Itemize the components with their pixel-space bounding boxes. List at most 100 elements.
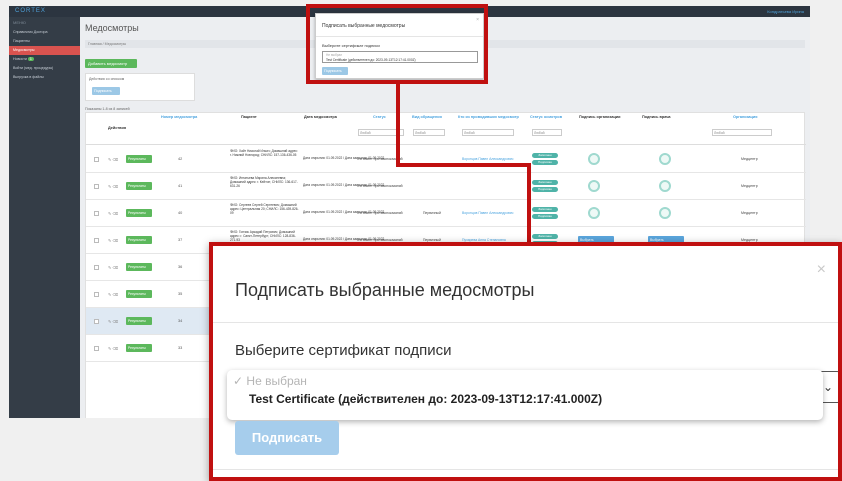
records-count: Показаны 1-8 из 8 записей <box>85 107 130 111</box>
row-checkbox[interactable] <box>94 265 99 270</box>
col-visit-type[interactable]: Вид обращения <box>412 115 442 119</box>
sidebar-item-news[interactable]: Новости 1 <box>9 55 80 64</box>
filter-visit-type[interactable]: Любой <box>413 129 445 136</box>
row-checkbox[interactable] <box>94 184 99 189</box>
row-checkbox[interactable] <box>94 238 99 243</box>
chevron-down-icon[interactable]: ⌄ <box>823 380 833 394</box>
patient-info: ФИО: Игнатьева Марина Алексеевна; Домашн… <box>230 176 298 189</box>
sidebar-item-patients[interactable]: Пациенты <box>9 37 80 46</box>
sign-modal-zoomed: × Подписать выбранные медосмотры Выберит… <box>209 242 842 481</box>
col-status[interactable]: Статус <box>373 115 386 119</box>
col-doctor-signature: Подпись врача <box>642 115 671 119</box>
certificate-dropdown[interactable]: ✓ Не выбран Test Certificate (действител… <box>227 370 823 420</box>
highlight-frame <box>306 4 488 84</box>
results-button[interactable]: Результаты <box>126 290 152 298</box>
results-button[interactable]: Результаты <box>126 317 152 325</box>
org-signature-icon[interactable] <box>588 153 600 165</box>
col-patient: Пациент <box>241 115 257 119</box>
organization: Медцентр <box>741 211 758 215</box>
org-signature-icon[interactable] <box>588 180 600 192</box>
col-number[interactable]: Номер медосмотра <box>161 115 197 119</box>
sidebar: МЕНЮ Справочник Доктора Пациенты Медосмо… <box>9 17 80 418</box>
row-checkbox[interactable] <box>94 319 99 324</box>
list-actions-sign-button[interactable]: Подписать <box>92 87 120 95</box>
add-medexam-button[interactable]: Добавить медосмотр <box>85 59 137 68</box>
table-row[interactable]: ✎ ⌫ Результаты 41 ФИО: Игнатьева Марина … <box>86 173 806 200</box>
doctor-signature-icon[interactable] <box>659 180 671 192</box>
row-checkbox[interactable] <box>94 346 99 351</box>
status-chip: Заполнен <box>532 180 558 185</box>
results-button[interactable]: Результаты <box>126 155 152 163</box>
exam-status: Не имеет противопоказаний <box>358 184 403 188</box>
list-actions-label: Действия со списком <box>89 77 125 81</box>
row-checkbox[interactable] <box>94 157 99 162</box>
filter-exam-status[interactable]: Любой <box>532 129 562 136</box>
connector-line <box>396 84 400 166</box>
filter-organization[interactable]: Любой <box>712 129 772 136</box>
table-row[interactable]: ✎ ⌫ Результаты 40 ФИО: Сергеев Сергей Се… <box>86 200 806 227</box>
edit-icon[interactable]: ✎ ⌫ <box>108 265 118 270</box>
results-button[interactable]: Результаты <box>126 236 152 244</box>
sidebar-item-export[interactable]: Выгрузка в файлы <box>9 73 80 82</box>
status-chip: Подписан <box>532 160 558 165</box>
sidebar-item-medexams[interactable]: Медосмотры <box>9 46 80 55</box>
status-chip: Заполнен <box>532 153 558 158</box>
filter-who[interactable]: Любой <box>462 129 514 136</box>
certificate-option[interactable]: Test Certificate (действителен до: 2023-… <box>249 392 602 406</box>
patient-info: ФИО: Хайт Николай Ильич; Домашний адрес:… <box>230 149 298 158</box>
exam-status: Не имеет противопоказаний <box>358 211 403 215</box>
patient-info: ФИО: Сергеев Сергей Сергеевич; Домашний … <box>230 203 299 216</box>
results-button[interactable]: Результаты <box>126 263 152 271</box>
certificate-option-placeholder[interactable]: ✓ Не выбран <box>233 374 307 388</box>
patient-info: ФИО: Гончик Аркадий Петрович; Домашний а… <box>230 230 296 243</box>
connector-line <box>396 163 531 167</box>
sidebar-item-label: Справочник Доктора <box>13 30 48 34</box>
page-title: Медосмотры <box>85 23 139 33</box>
col-exam-status[interactable]: Статус осмотров <box>530 115 562 119</box>
sidebar-item-login-procedures[interactable]: Войти (мед. процедуры) <box>9 64 80 73</box>
certificate-placeholder: Не выбран <box>246 374 307 388</box>
exam-status-chips: Заполнен Подписан <box>532 207 558 221</box>
table-header: Действия Номер медосмотра Пациент Дата м… <box>86 113 806 145</box>
sidebar-item-label: Войти (мед. процедуры) <box>13 66 54 70</box>
exam-number: 33 <box>178 346 183 350</box>
exam-performer-link[interactable]: Воронцов Павел Александрович <box>462 211 513 215</box>
stage: CORTEX Кондратьева Ирина МЕНЮ Справочник… <box>0 0 842 481</box>
user-name[interactable]: Кондратьева Ирина <box>767 9 804 14</box>
edit-icon[interactable]: ✎ ⌫ <box>108 157 118 162</box>
checkmark-icon: ✓ <box>233 374 244 388</box>
sidebar-item-label: Пациенты <box>13 39 30 43</box>
close-icon[interactable]: × <box>817 261 826 279</box>
results-button[interactable]: Результаты <box>126 209 152 217</box>
col-date: Дата медосмотра <box>304 115 337 119</box>
table-row[interactable]: ✎ ⌫ Результаты 42 ФИО: Хайт Николай Ильи… <box>86 146 806 173</box>
exam-performer-link[interactable]: Воронцов Павел Александрович <box>462 157 513 161</box>
exam-number: 36 <box>178 265 183 269</box>
edit-icon[interactable]: ✎ ⌫ <box>108 238 118 243</box>
row-checkbox[interactable] <box>94 292 99 297</box>
doctor-signature-icon[interactable] <box>659 207 671 219</box>
organization: Медцентр <box>741 157 758 161</box>
org-signature-icon[interactable] <box>588 207 600 219</box>
sidebar-section-title: МЕНЮ <box>13 20 26 25</box>
list-actions-panel: Действия со списком Подписать <box>85 73 195 101</box>
edit-icon[interactable]: ✎ ⌫ <box>108 292 118 297</box>
edit-icon[interactable]: ✎ ⌫ <box>108 211 118 216</box>
row-checkbox[interactable] <box>94 211 99 216</box>
col-who[interactable]: Кто из проводивших медосмотр <box>458 115 519 119</box>
exam-number: 37 <box>178 238 183 242</box>
exam-number: 34 <box>178 319 183 323</box>
edit-icon[interactable]: ✎ ⌫ <box>108 346 118 351</box>
col-organization[interactable]: Организация <box>733 115 757 119</box>
results-button[interactable]: Результаты <box>126 344 152 352</box>
sign-button[interactable]: Подписать <box>235 421 339 455</box>
exam-number: 40 <box>178 211 183 215</box>
news-badge: 1 <box>27 57 34 61</box>
status-chip: Заполнен <box>532 234 558 239</box>
edit-icon[interactable]: ✎ ⌫ <box>108 184 118 189</box>
sidebar-item-doctor-guide[interactable]: Справочник Доктора <box>9 28 80 37</box>
edit-icon[interactable]: ✎ ⌫ <box>108 319 118 324</box>
doctor-signature-icon[interactable] <box>659 153 671 165</box>
connector-line <box>527 163 531 245</box>
results-button[interactable]: Результаты <box>126 182 152 190</box>
